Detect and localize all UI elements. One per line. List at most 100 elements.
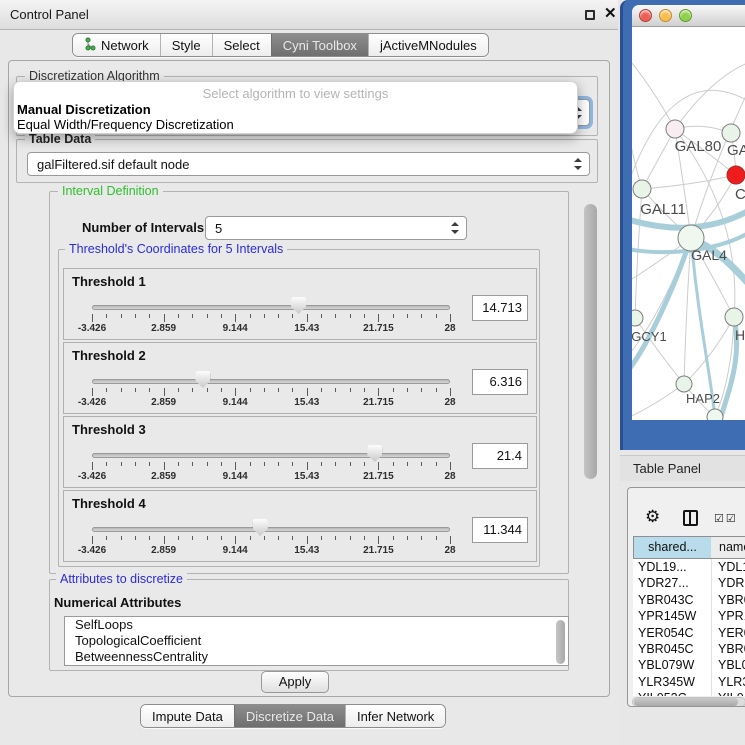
numerical-attributes-list[interactable]: SelfLoopsTopologicalCoefficientBetweenne… xyxy=(64,616,569,666)
table-row[interactable]: YER054CYER0 xyxy=(633,625,745,641)
tick-mark xyxy=(250,388,251,392)
table-horizontal-scrollbar[interactable] xyxy=(632,697,745,707)
thresholds-group: Threshold's Coordinates for 5 Intervals … xyxy=(58,249,540,567)
table-panel-title: Table Panel xyxy=(633,461,701,476)
tab-infer-network[interactable]: Infer Network xyxy=(345,705,445,727)
attributes-group-title: Attributes to discretize xyxy=(56,572,187,586)
close-icon[interactable]: ✕ xyxy=(604,4,617,22)
network-node-gal[interactable] xyxy=(722,124,740,142)
network-canvas[interactable]: GAL80GALCGAL11GAL4GCY1HHAP2 xyxy=(632,27,745,420)
network-edge xyxy=(642,129,675,189)
table-row[interactable]: YLR345WYLR3 xyxy=(633,674,745,690)
table-row[interactable]: YIL052CYIL0 xyxy=(633,690,745,696)
tick-mark xyxy=(250,314,251,318)
table-row[interactable]: YPR145WYPR1 xyxy=(633,608,745,624)
tick-label: 15.43 xyxy=(294,323,319,334)
apply-button[interactable]: Apply xyxy=(261,671,329,693)
tick-mark xyxy=(207,462,208,466)
network-node-c[interactable] xyxy=(727,166,745,184)
cell-name: YLR3 xyxy=(718,674,745,690)
slider-thumb[interactable] xyxy=(195,371,210,388)
minimize-light[interactable] xyxy=(659,9,672,22)
threshold-value-field[interactable]: 14.713 xyxy=(472,295,528,321)
tick-mark xyxy=(436,388,437,392)
network-node-hap2[interactable] xyxy=(676,376,692,392)
network-node-gal80[interactable] xyxy=(666,120,684,138)
slider-track[interactable] xyxy=(92,527,450,532)
network-window-titlebar[interactable] xyxy=(632,5,745,27)
tick-mark xyxy=(378,462,379,470)
tab-network[interactable]: Network xyxy=(73,34,160,56)
table-data-combobox[interactable]: galFiltered.sif default node xyxy=(27,152,590,176)
tick-mark xyxy=(307,388,308,396)
attribute-item-selfloops[interactable]: SelfLoops xyxy=(65,617,568,633)
columns-icon[interactable] xyxy=(683,510,698,526)
tick-mark xyxy=(149,536,150,540)
tab-style[interactable]: Style xyxy=(160,34,212,56)
tab-jactivemnodules[interactable]: jActiveMNodules xyxy=(368,34,488,56)
table-row[interactable]: YBR043CYBR0 xyxy=(633,592,745,608)
table-row[interactable]: YBR045CYBR0 xyxy=(633,641,745,657)
threshold-value-field[interactable]: 6.316 xyxy=(472,369,528,395)
number-of-intervals-combobox[interactable]: 5 xyxy=(205,216,467,240)
popup-item-manual-discretization[interactable]: Manual Discretization xyxy=(17,102,151,117)
attributes-list-scrollbar[interactable] xyxy=(556,620,565,664)
network-node-gcy1[interactable] xyxy=(632,310,643,326)
threshold-label: Threshold 3 xyxy=(72,422,146,437)
zoom-light[interactable] xyxy=(679,9,692,22)
threshold-value-field[interactable]: 21.4 xyxy=(472,443,528,469)
tab-discretize-data[interactable]: Discretize Data xyxy=(234,705,345,727)
tick-mark xyxy=(393,536,394,540)
attribute-item-topologicalcoefficient[interactable]: TopologicalCoefficient xyxy=(65,633,568,649)
gear-icon[interactable]: ⚙ xyxy=(645,507,660,527)
tick-mark xyxy=(207,388,208,392)
tab-label: jActiveMNodules xyxy=(380,38,477,53)
table-row[interactable]: YBL079WYBL0 xyxy=(633,657,745,673)
tab-select[interactable]: Select xyxy=(212,34,271,56)
column-header-shared-name[interactable]: shared... xyxy=(633,536,712,559)
popup-item-equal-width-frequency[interactable]: Equal Width/Frequency Discretization xyxy=(17,117,234,132)
slider-track[interactable] xyxy=(92,305,450,310)
cell-shared-name: YIL052C xyxy=(638,690,687,696)
float-window-icon[interactable] xyxy=(585,10,595,20)
checkboxes-icon[interactable]: ☑☑ xyxy=(714,512,738,525)
interval-definition-group: Interval Definition Number of Intervals … xyxy=(49,191,569,574)
close-light[interactable] xyxy=(639,9,652,22)
threshold-value-field[interactable]: 11.344 xyxy=(472,517,528,543)
slider-track[interactable] xyxy=(92,379,450,384)
network-node-label: C xyxy=(735,186,745,203)
table-row[interactable]: YDL19...YDL1 xyxy=(633,559,745,575)
table-panel-titlebar: Table Panel xyxy=(620,455,745,481)
cell-name: YBL0 xyxy=(718,657,745,673)
table-horizontal-scrollbar-thumb[interactable] xyxy=(634,698,738,706)
tick-label: 15.43 xyxy=(294,397,319,408)
cell-shared-name: YPR145W xyxy=(638,608,696,624)
tick-mark xyxy=(292,536,293,540)
tick-mark xyxy=(164,314,165,322)
attribute-item-betweennesscentrality[interactable]: BetweennessCentrality xyxy=(65,649,568,665)
number-of-intervals-label: Number of Intervals xyxy=(82,220,204,235)
slider-track[interactable] xyxy=(92,453,450,458)
network-node-label: GCY1 xyxy=(632,329,667,344)
table-row[interactable]: YDR27...YDR2 xyxy=(633,575,745,591)
tab-cyni-toolbox[interactable]: Cyni Toolbox xyxy=(271,34,368,56)
tick-label: 2.859 xyxy=(151,397,176,408)
panel-vertical-scrollbar[interactable] xyxy=(584,204,597,479)
slider-tick-labels: -3.4262.8599.14415.4321.71528 xyxy=(92,397,450,409)
slider-thumb[interactable] xyxy=(253,519,268,536)
slider-thumb[interactable] xyxy=(291,297,306,314)
cell-name: YBR0 xyxy=(718,592,745,608)
slider-thumb[interactable] xyxy=(367,445,382,462)
network-node-gal11[interactable] xyxy=(633,180,651,198)
tick-mark xyxy=(421,388,422,392)
bottom-tab-strip: Impute DataDiscretize DataInfer Network xyxy=(140,704,446,728)
column-header-name[interactable]: name xyxy=(711,536,745,559)
network-node-h[interactable] xyxy=(725,308,743,326)
tick-mark xyxy=(436,462,437,466)
table-panel-window: ⚙ ☑☑ shared... name YDL19...YDL1YDR27...… xyxy=(627,487,745,707)
tab-impute-data[interactable]: Impute Data xyxy=(141,705,234,727)
network-node-label: GAL xyxy=(727,142,745,159)
network-node[interactable] xyxy=(707,409,723,420)
tick-mark xyxy=(92,388,93,396)
tick-mark xyxy=(350,314,351,318)
